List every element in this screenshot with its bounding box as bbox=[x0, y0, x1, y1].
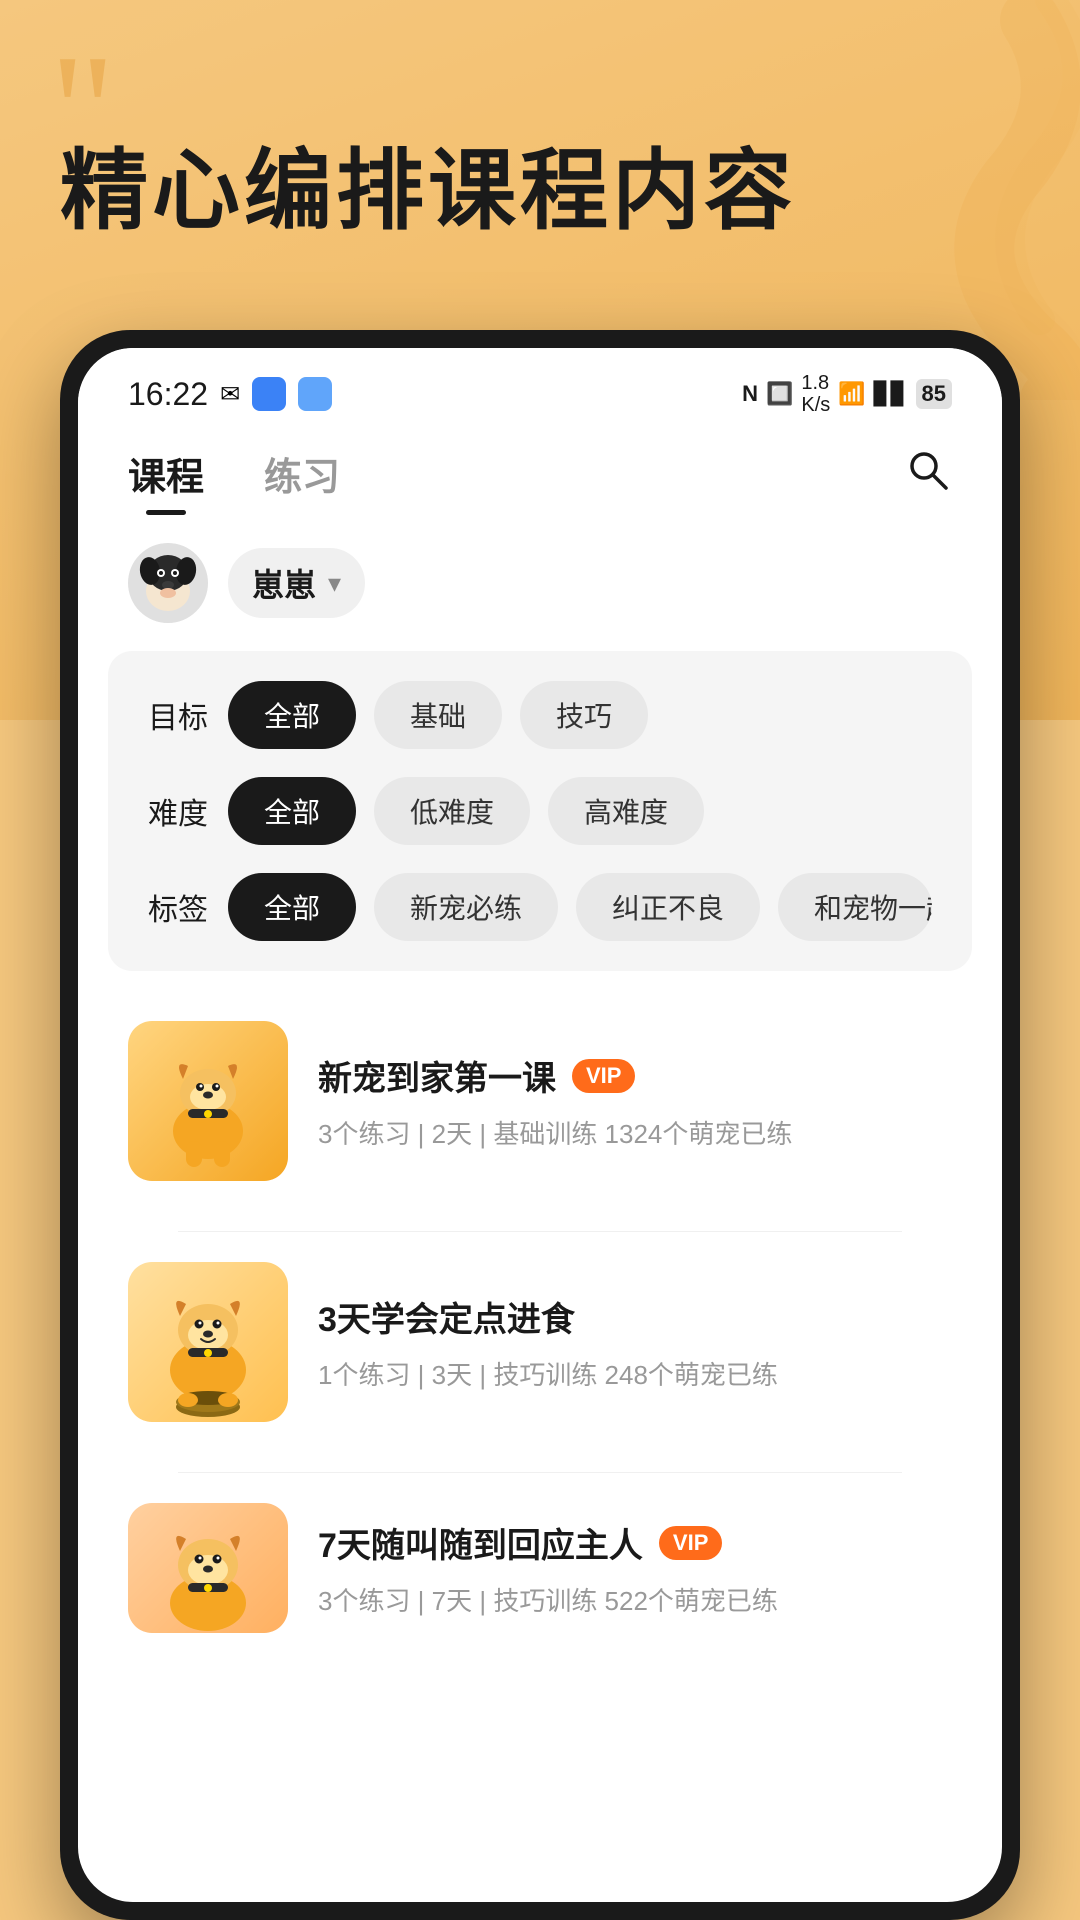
pet-name: 崽崽 bbox=[252, 560, 316, 606]
filter-section: 目标 全部 基础 技巧 难度 全部 低难度 高难度 标签 bbox=[108, 651, 972, 971]
dog-illustration-3 bbox=[128, 1503, 288, 1633]
tab-practice[interactable]: 练习 bbox=[264, 446, 340, 515]
phone-frame: 16:22 ✉ N 🔲 1.8K/s 📶 ▊▊ 85 课程 练习 bbox=[60, 330, 1020, 1920]
course-item-2[interactable]: 3天学会定点进食 1个练习 | 3天 | 技巧训练 248个萌宠已练 bbox=[128, 1262, 952, 1422]
course-thumb-3 bbox=[128, 1503, 288, 1633]
course-info-2: 3天学会定点进食 1个练习 | 3天 | 技巧训练 248个萌宠已练 bbox=[318, 1292, 952, 1392]
pet-avatar-img bbox=[128, 543, 208, 623]
divider-1 bbox=[178, 1231, 902, 1232]
speed-indicator: 1.8K/s bbox=[801, 372, 830, 416]
dog-illustration-2 bbox=[128, 1262, 288, 1422]
chevron-down-icon: ▾ bbox=[328, 568, 341, 599]
filter-row-goal: 目标 全部 基础 技巧 bbox=[148, 681, 932, 749]
chip-goal-all[interactable]: 全部 bbox=[228, 681, 356, 749]
vip-badge-3: VIP bbox=[659, 1526, 722, 1560]
signal-icon: ▊▊ bbox=[874, 381, 908, 407]
dog-illustration-1 bbox=[128, 1021, 288, 1181]
vip-badge-1: VIP bbox=[572, 1059, 635, 1093]
status-bar: 16:22 ✉ N 🔲 1.8K/s 📶 ▊▊ 85 bbox=[78, 348, 1002, 426]
course-title-row-1: 新宠到家第一课 VIP bbox=[318, 1051, 952, 1100]
search-icon bbox=[904, 446, 952, 494]
pet-name-tag[interactable]: 崽崽 ▾ bbox=[228, 548, 365, 618]
headline: 精心编排课程内容 bbox=[60, 140, 796, 241]
bluetooth-icon: 🔲 bbox=[766, 381, 793, 407]
filter-row-difficulty: 难度 全部 低难度 高难度 bbox=[148, 777, 932, 845]
course-info-1: 新宠到家第一课 VIP 3个练习 | 2天 | 基础训练 1324个萌宠已练 bbox=[318, 1051, 952, 1151]
phone-screen: 16:22 ✉ N 🔲 1.8K/s 📶 ▊▊ 85 课程 练习 bbox=[78, 348, 1002, 1902]
battery-indicator: 85 bbox=[916, 379, 952, 409]
course-title-1: 新宠到家第一课 bbox=[318, 1051, 556, 1100]
tab-courses[interactable]: 课程 bbox=[128, 446, 204, 515]
status-time: 16:22 bbox=[128, 376, 208, 413]
chip-diff-high[interactable]: 高难度 bbox=[548, 777, 704, 845]
course-thumb-2 bbox=[128, 1262, 288, 1422]
filter-row-tag: 标签 全部 新宠必练 纠正不良 和宠物一起 bbox=[148, 873, 932, 941]
course-title-3: 7天随叫随到回应主人 bbox=[318, 1518, 643, 1567]
pet-selector: 崽崽 ▾ bbox=[78, 515, 1002, 651]
search-button[interactable] bbox=[904, 446, 952, 499]
chip-tag-new[interactable]: 新宠必练 bbox=[374, 873, 558, 941]
filter-chips-difficulty: 全部 低难度 高难度 bbox=[228, 777, 704, 845]
course-meta-1: 3个练习 | 2天 | 基础训练 1324个萌宠已练 bbox=[318, 1114, 952, 1151]
course-item-1[interactable]: 新宠到家第一课 VIP 3个练习 | 2天 | 基础训练 1324个萌宠已练 bbox=[128, 1021, 952, 1181]
course-title-row-3: 7天随叫随到回应主人 VIP bbox=[318, 1518, 952, 1567]
filter-label-tag: 标签 bbox=[148, 885, 228, 929]
chip-goal-basic[interactable]: 基础 bbox=[374, 681, 502, 749]
course-meta-3: 3个练习 | 7天 | 技巧训练 522个萌宠已练 bbox=[318, 1581, 952, 1618]
app-icon-2 bbox=[298, 377, 332, 411]
course-meta-2: 1个练习 | 3天 | 技巧训练 248个萌宠已练 bbox=[318, 1355, 952, 1392]
wifi-icon: 📶 bbox=[838, 381, 865, 407]
course-info-3: 7天随叫随到回应主人 VIP 3个练习 | 7天 | 技巧训练 522个萌宠已练 bbox=[318, 1518, 952, 1618]
chip-goal-skill[interactable]: 技巧 bbox=[520, 681, 648, 749]
chip-diff-low[interactable]: 低难度 bbox=[374, 777, 530, 845]
filter-chips-tag: 全部 新宠必练 纠正不良 和宠物一起 bbox=[228, 873, 932, 941]
filter-chips-goal: 全部 基础 技巧 bbox=[228, 681, 648, 749]
app-icon-1 bbox=[252, 377, 286, 411]
chip-tag-correct[interactable]: 纠正不良 bbox=[576, 873, 760, 941]
course-title-row-2: 3天学会定点进食 bbox=[318, 1292, 952, 1341]
chip-diff-all[interactable]: 全部 bbox=[228, 777, 356, 845]
chip-tag-together[interactable]: 和宠物一起 bbox=[778, 873, 932, 941]
nfc-icon: N bbox=[742, 381, 758, 407]
filter-label-difficulty: 难度 bbox=[148, 789, 228, 833]
chip-tag-all[interactable]: 全部 bbox=[228, 873, 356, 941]
filter-label-goal: 目标 bbox=[148, 693, 228, 737]
course-list: 新宠到家第一课 VIP 3个练习 | 2天 | 基础训练 1324个萌宠已练 bbox=[78, 991, 1002, 1673]
divider-2 bbox=[178, 1472, 902, 1473]
pet-avatar bbox=[128, 543, 208, 623]
course-item-3[interactable]: 7天随叫随到回应主人 VIP 3个练习 | 7天 | 技巧训练 522个萌宠已练 bbox=[128, 1503, 952, 1633]
nav-tabs: 课程 练习 bbox=[78, 426, 1002, 515]
course-thumb-1 bbox=[128, 1021, 288, 1181]
course-title-2: 3天学会定点进食 bbox=[318, 1292, 575, 1341]
status-icons-right: N 🔲 1.8K/s 📶 ▊▊ 85 bbox=[742, 372, 952, 416]
mail-icon: ✉ bbox=[220, 380, 240, 409]
